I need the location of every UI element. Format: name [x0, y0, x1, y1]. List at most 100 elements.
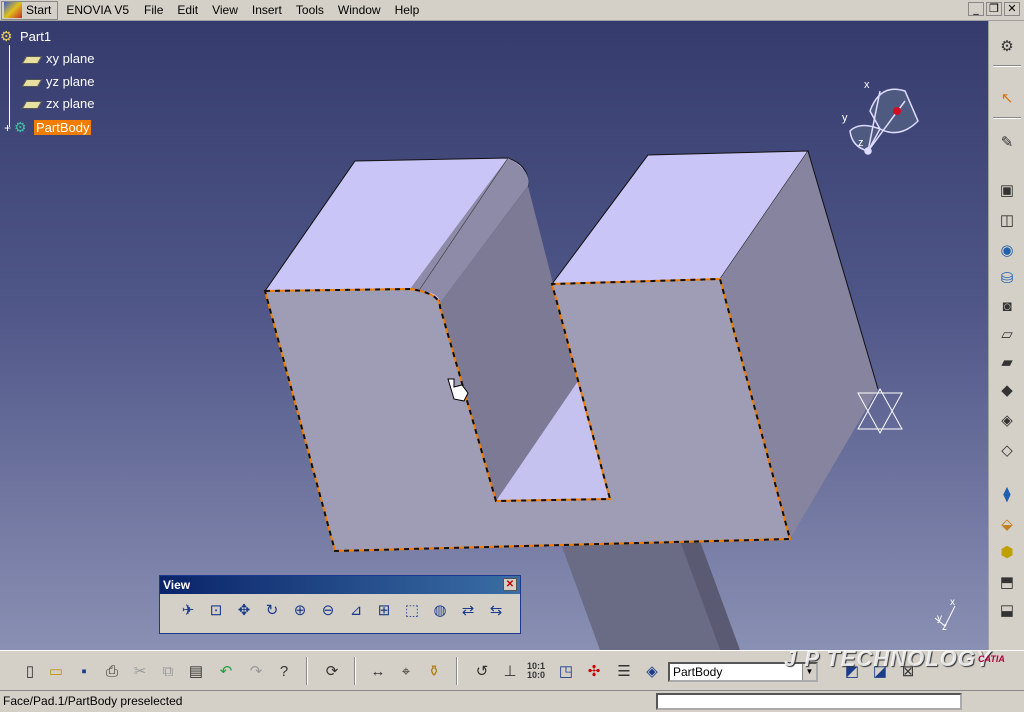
menu-help[interactable]: Help: [388, 1, 427, 20]
view-toolbar-title: View: [163, 578, 191, 592]
view-toolbar-titlebar[interactable]: View ✕: [160, 576, 520, 594]
tree-label-zx-plane: zx plane: [46, 96, 95, 111]
watermark-text: J P TECHNOLOGY: [784, 646, 992, 671]
plane-icon: [21, 78, 43, 87]
rib-icon[interactable]: ▱: [995, 323, 1019, 345]
multi-section-solid-icon[interactable]: ◈: [995, 409, 1019, 431]
save-icon[interactable]: ▪: [72, 660, 96, 682]
shading-icon[interactable]: ◍: [428, 598, 452, 622]
select-arrow-icon[interactable]: ↖: [995, 87, 1019, 109]
menu-enovia[interactable]: ENOVIA V5: [58, 1, 137, 20]
tree-label-xy-plane: xy plane: [46, 51, 95, 66]
undo-icon[interactable]: ↶: [214, 660, 238, 682]
chamfer-icon[interactable]: ⬙: [995, 513, 1019, 535]
swap-visible-space-icon[interactable]: ⇆: [484, 598, 508, 622]
tree-item-xy-plane[interactable]: xy plane: [21, 50, 95, 68]
measure-item-icon[interactable]: ⌖: [394, 660, 418, 682]
slot-icon[interactable]: ▰: [995, 351, 1019, 373]
menu-insert[interactable]: Insert: [245, 1, 289, 20]
scale-icon[interactable]: 10:1 10:0: [524, 660, 548, 682]
restore-icon[interactable]: ❐: [986, 2, 1002, 16]
body-icon[interactable]: ◈: [640, 660, 664, 682]
multi-view-icon[interactable]: ⊞: [372, 598, 396, 622]
pan-icon[interactable]: ✥: [232, 598, 256, 622]
thickness-icon[interactable]: ⬓: [995, 599, 1019, 621]
tree-item-yz-plane[interactable]: yz plane: [21, 73, 95, 91]
axis-system-icon[interactable]: ⊥: [498, 660, 522, 682]
zoom-out-icon[interactable]: ⊖: [316, 598, 340, 622]
hole-icon[interactable]: ◙: [995, 295, 1019, 317]
tree-label-partbody: PartBody: [34, 120, 92, 135]
sketcher-icon[interactable]: ✎: [995, 131, 1019, 153]
plane-icon: [21, 100, 43, 109]
list-icon[interactable]: ☰: [612, 660, 636, 682]
body-gear-icon: ⚙: [14, 119, 27, 135]
menu-bar: Start ENOVIA V5 File Edit View Insert To…: [0, 0, 1024, 21]
command-input[interactable]: [656, 693, 962, 710]
groove-icon[interactable]: ⛁: [995, 267, 1019, 289]
view-toolbar-buttons: ✈ ⊡ ✥ ↻ ⊕ ⊖ ⊿ ⊞ ⬚ ◍ ⇄ ⇆: [160, 594, 520, 622]
new-file-icon[interactable]: ▯: [18, 660, 42, 682]
compass-z-label: z: [858, 137, 864, 149]
pad-icon[interactable]: ▣: [995, 179, 1019, 201]
shaft-icon[interactable]: ◉: [995, 239, 1019, 261]
right-toolbar: ⚙ ↖ ✎ ▣ ◫ ◉ ⛁ ◙ ▱ ▰ ◆ ◈ ◇ ⧫ ⬙ ⬢ ⬒ ⬓: [988, 21, 1024, 650]
print-icon[interactable]: ⎙: [100, 660, 124, 682]
tree-item-partbody[interactable]: + ⚙ PartBody: [4, 118, 92, 137]
fly-mode-icon[interactable]: ✈: [176, 598, 200, 622]
start-label: Start: [26, 3, 52, 17]
settings-gear-icon[interactable]: ⚙: [995, 35, 1019, 57]
current-body-value: PartBody: [673, 665, 723, 679]
measure-between-icon[interactable]: ↔: [366, 660, 390, 682]
catia-start-icon: [4, 2, 22, 18]
close-icon[interactable]: ✕: [503, 578, 517, 591]
removed-multi-section-icon[interactable]: ◇: [995, 439, 1019, 461]
redo-icon[interactable]: ↷: [244, 660, 268, 682]
measure-inertia-icon[interactable]: ⚱: [422, 660, 446, 682]
pocket-icon[interactable]: ◫: [995, 209, 1019, 231]
cut-icon[interactable]: ✂: [128, 660, 152, 682]
fit-all-in-icon[interactable]: ⊡: [204, 598, 228, 622]
tree-item-part1[interactable]: ⚙ Part1: [0, 27, 51, 45]
window-controls: _ ❐ ✕: [968, 2, 1020, 16]
draft-icon[interactable]: ⬢: [995, 541, 1019, 563]
minimize-icon[interactable]: _: [968, 2, 984, 16]
isometric-view-icon[interactable]: ⬚: [400, 598, 424, 622]
menu-tools[interactable]: Tools: [289, 1, 331, 20]
menu-file[interactable]: File: [137, 1, 170, 20]
zoom-in-icon[interactable]: ⊕: [288, 598, 312, 622]
tree-label-part1: Part1: [20, 29, 52, 44]
tree-connector: [9, 45, 10, 127]
tree-item-zx-plane[interactable]: zx plane: [21, 95, 95, 113]
menu-window[interactable]: Window: [331, 1, 388, 20]
start-button[interactable]: Start: [1, 0, 59, 20]
plane-icon: [21, 55, 43, 64]
expand-icon[interactable]: +: [4, 119, 14, 137]
catalog-browser-icon[interactable]: ✣: [582, 660, 606, 682]
copy-icon[interactable]: ⧉: [156, 660, 180, 682]
menu-view[interactable]: View: [205, 1, 245, 20]
stiffener-icon[interactable]: ◆: [995, 379, 1019, 401]
triad-z-label: z: [942, 622, 947, 633]
paste-icon[interactable]: ▤: [184, 660, 208, 682]
shell-icon[interactable]: ⬒: [995, 571, 1019, 593]
menu-edit[interactable]: Edit: [170, 1, 205, 20]
compass-y-label: y: [842, 112, 848, 124]
close-icon[interactable]: ✕: [1004, 2, 1020, 16]
open-folder-icon[interactable]: ▭: [44, 660, 68, 682]
status-bar: Face/Pad.1/PartBody preselected: [0, 690, 1024, 712]
rotate-icon[interactable]: ↻: [260, 598, 284, 622]
hide-show-icon[interactable]: ⇄: [456, 598, 480, 622]
whats-this-icon[interactable]: ?: [272, 660, 296, 682]
compass-x-label: x: [864, 79, 870, 91]
part-geometry: x y z x y z: [263, 79, 956, 650]
edge-fillet-icon[interactable]: ⧫: [995, 483, 1019, 505]
view-toolbar: View ✕ ✈ ⊡ ✥ ↻ ⊕ ⊖ ⊿ ⊞ ⬚ ◍ ⇄ ⇆: [159, 575, 521, 634]
update-icon[interactable]: ⟳: [320, 660, 344, 682]
3d-compass-icon[interactable]: ◳: [554, 660, 578, 682]
constraint-icon[interactable]: ↺: [470, 660, 494, 682]
catia-logo: CATIA: [978, 654, 1005, 664]
3d-viewport[interactable]: x y z x y z ⚙ Part1 xy plane yz plane zx…: [0, 21, 988, 650]
tree-label-yz-plane: yz plane: [46, 74, 95, 89]
normal-view-icon[interactable]: ⊿: [344, 598, 368, 622]
